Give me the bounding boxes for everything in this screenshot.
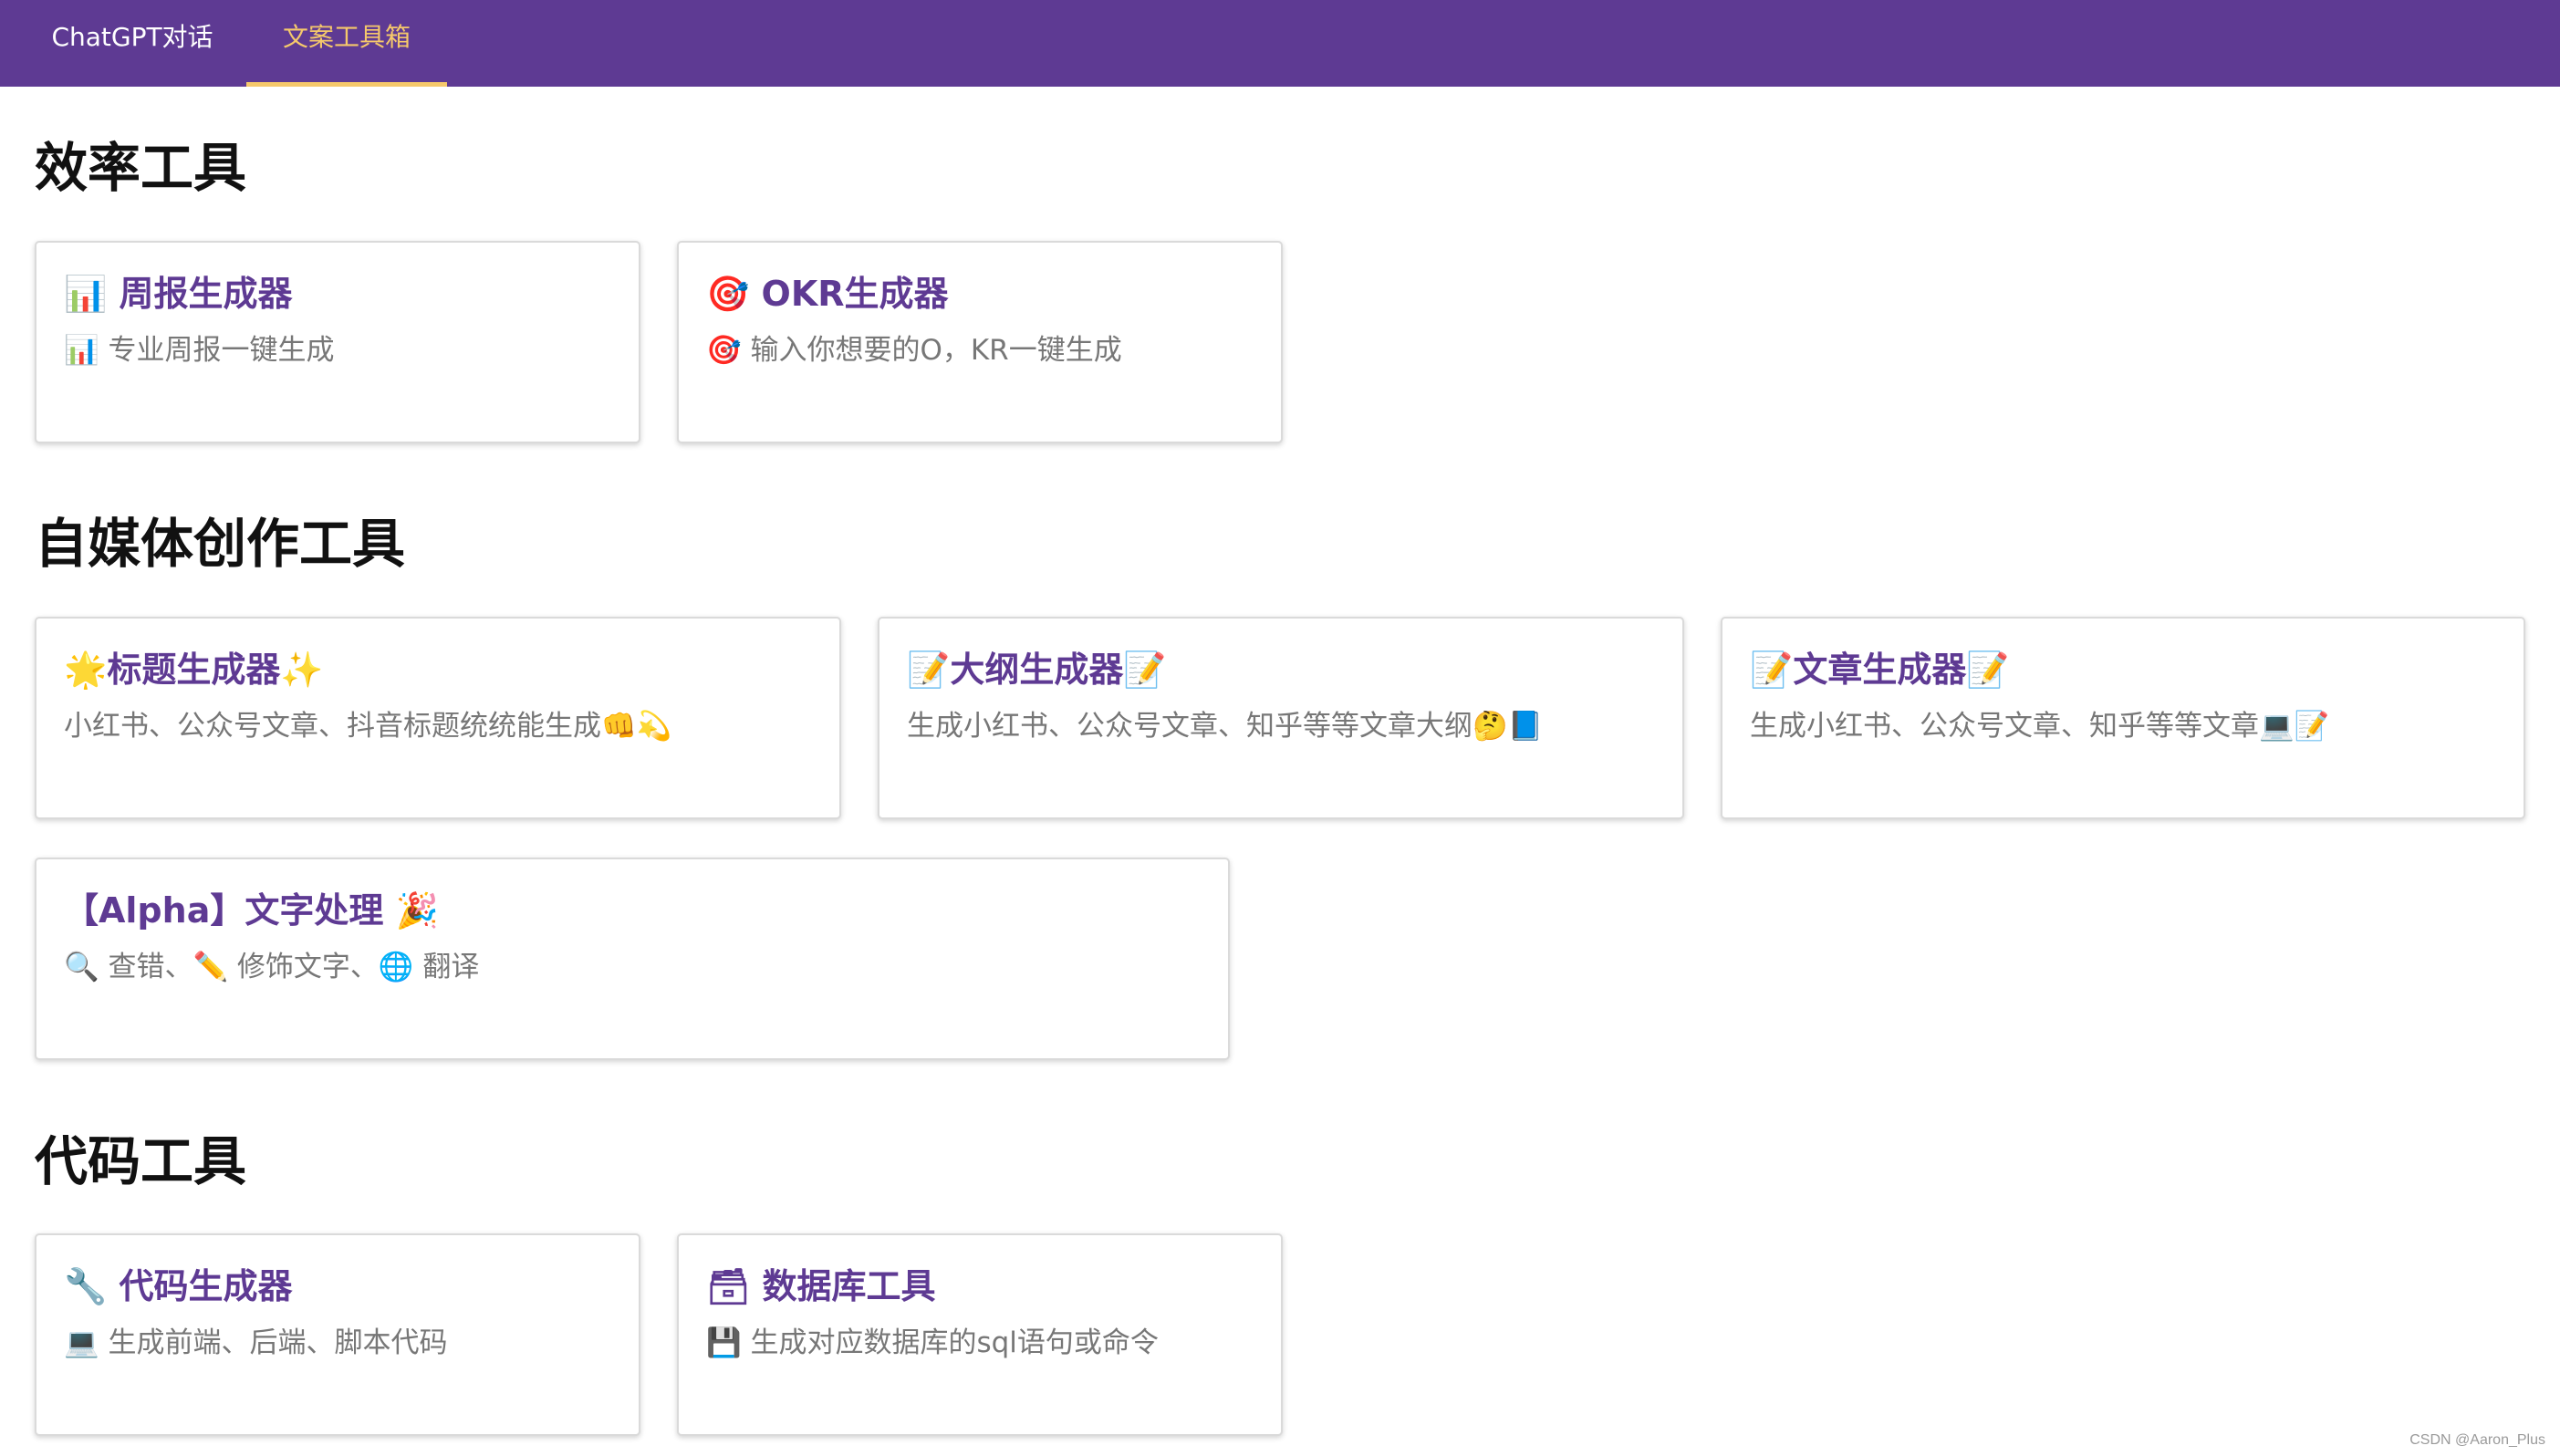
card-outline-generator[interactable]: 📝大纲生成器📝 生成小红书、公众号文章、知乎等等文章大纲🤔📘 [878,617,1684,819]
card-description: 🎯 输入你想要的O，KR一键生成 [706,333,1122,367]
card-description: 生成小红书、公众号文章、知乎等等文章大纲🤔📘 [907,709,1544,743]
section-title-code-tools: 代码工具 [35,1130,247,1192]
card-weekly-report-generator[interactable]: 📊 周报生成器 📊 专业周报一键生成 [35,241,640,443]
card-title: 🎯 OKR生成器 [706,274,949,314]
card-okr-generator[interactable]: 🎯 OKR生成器 🎯 输入你想要的O，KR一键生成 [677,241,1283,443]
card-description: 💻 生成前端、后端、脚本代码 [64,1326,448,1359]
top-nav-bar: ChatGPT对话 文案工具箱 [0,0,2560,87]
card-description: 📊 专业周报一键生成 [64,333,335,367]
card-code-generator[interactable]: 🔧 代码生成器 💻 生成前端、后端、脚本代码 [35,1233,640,1436]
card-description: 生成小红书、公众号文章、知乎等等文章💻📝 [1750,709,2330,743]
card-title: 📝文章生成器📝 [1750,650,2010,690]
card-description: 🔍 查错、✏️ 修饰文字、🌐 翻译 [64,950,480,983]
card-title: 🗃 数据库工具 [706,1266,936,1306]
section-title-self-media: 自媒体创作工具 [35,513,406,575]
card-description: 💾 生成对应数据库的sql语句或命令 [706,1326,1159,1359]
card-alpha-text-processing[interactable]: 【Alpha】文字处理 🎉 🔍 查错、✏️ 修饰文字、🌐 翻译 [35,858,1230,1060]
tab-copywriting-toolbox[interactable]: 文案工具箱 [246,0,447,87]
section-title-efficiency: 效率工具 [35,137,247,199]
card-title: 🌟标题生成器✨ [64,650,324,690]
tab-chatgpt-chat[interactable]: ChatGPT对话 [36,0,228,87]
card-title-generator[interactable]: 🌟标题生成器✨ 小红书、公众号文章、抖音标题统统能生成👊💫 [35,617,841,819]
card-title: 🔧 代码生成器 [64,1266,293,1306]
card-article-generator[interactable]: 📝文章生成器📝 生成小红书、公众号文章、知乎等等文章💻📝 [1721,617,2525,819]
card-description: 小红书、公众号文章、抖音标题统统能生成👊💫 [64,709,672,743]
card-database-tool[interactable]: 🗃 数据库工具 💾 生成对应数据库的sql语句或命令 [677,1233,1283,1436]
card-title: 【Alpha】文字处理 🎉 [64,890,439,931]
watermark-credit: CSDN @Aaron_Plus [2409,1432,2545,1448]
card-title: 📝大纲生成器📝 [907,650,1167,690]
card-title: 📊 周报生成器 [64,274,293,314]
